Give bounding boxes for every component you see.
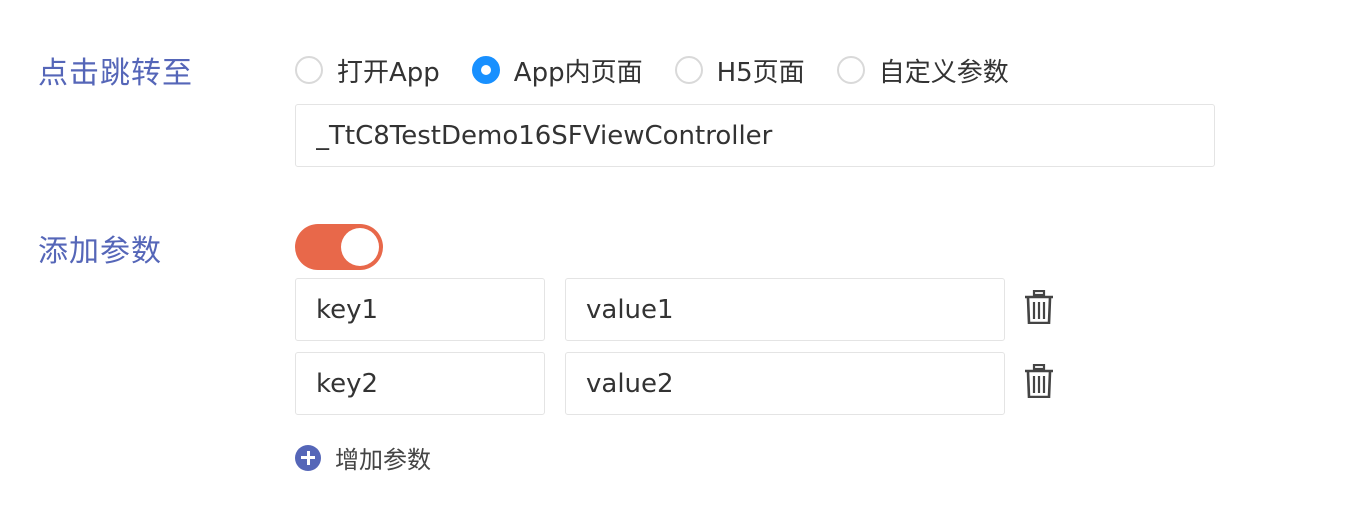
radio-label-open-app: 打开App <box>337 57 440 88</box>
radio-custom-params[interactable]: 自定义参数 <box>836 52 1009 89</box>
radio-label-h5-page: H5页面 <box>716 57 805 88</box>
radio-circle-icon[interactable] <box>295 56 323 84</box>
radio-open-app[interactable]: 打开App <box>295 52 440 89</box>
radio-circle-icon[interactable] <box>836 56 865 84</box>
param-key-input[interactable] <box>295 278 545 341</box>
plus-circle-icon[interactable] <box>295 444 321 471</box>
jump-type-radio-group: 打开App App内页面 H5页面 自定义参数 <box>295 52 1041 88</box>
add-params-label: 添加参数 <box>38 234 162 269</box>
param-value-input[interactable] <box>565 278 1005 341</box>
radio-app-page[interactable]: App内页面 <box>471 52 643 89</box>
params-toggle-switch[interactable] <box>295 224 383 270</box>
radio-label-app-page: App内页面 <box>513 57 643 88</box>
trash-icon[interactable] <box>1024 290 1054 324</box>
jump-target-input[interactable] <box>295 104 1215 167</box>
toggle-knob <box>341 228 379 266</box>
radio-label-custom-params: 自定义参数 <box>878 57 1009 88</box>
radio-circle-icon[interactable] <box>674 56 703 84</box>
add-param-button[interactable]: 增加参数 <box>295 440 431 475</box>
param-value-input[interactable] <box>565 352 1005 415</box>
trash-icon[interactable] <box>1024 364 1054 398</box>
jump-target-label: 点击跳转至 <box>38 56 193 91</box>
radio-checked-icon[interactable] <box>471 56 500 84</box>
radio-h5-page[interactable]: H5页面 <box>674 52 805 89</box>
param-key-input[interactable] <box>295 352 545 415</box>
add-param-label: 增加参数 <box>335 446 431 474</box>
